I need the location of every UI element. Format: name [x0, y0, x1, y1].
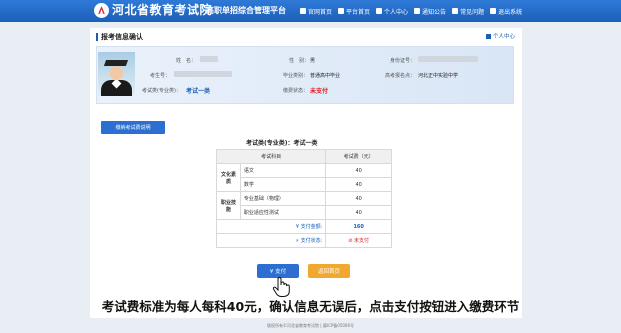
fee-table-title: 考试类(专业类)：考试一类 — [246, 140, 318, 147]
fee-cell: 40 — [325, 177, 392, 192]
fee-cell: 40 — [325, 191, 392, 206]
nav-official-home[interactable]: 官网首页 — [300, 7, 332, 16]
grad-value: 普通高中毕业 — [310, 73, 341, 79]
top-bar: 河北省教育考试院 高职单招综合管理平台 官网首页 平台首页 个人中心 通知公告 … — [0, 0, 621, 22]
my-center-label: 个人中心 — [493, 34, 516, 40]
school-value: 河北正中实验中学 — [418, 73, 459, 79]
status-value: ⊘ 未支付 — [325, 233, 392, 248]
group-vocational: 职业技能 — [216, 191, 241, 220]
category-value: 考试一类 — [186, 88, 211, 95]
nav-label: 个人中心 — [384, 8, 409, 16]
site-subtitle: 高职单招综合管理平台 — [206, 6, 286, 15]
id-label: 身份证号： — [390, 58, 416, 64]
status-label: ⚡ 支付状态: — [215, 233, 327, 248]
subject-cell: 语文 — [239, 163, 327, 178]
col-header-fee: 考试费（元） — [325, 149, 392, 164]
nav-personal-center[interactable]: 个人中心 — [376, 7, 408, 16]
pointer-hand-icon — [272, 276, 290, 297]
category-label: 考试类(专业类)： — [142, 88, 181, 94]
subject-cell: 数学 — [239, 177, 327, 192]
logout-icon — [490, 8, 497, 14]
table-row: ⚡ 支付状态: ⊘ 未支付 — [215, 233, 392, 248]
exam-fee-notes-button[interactable]: 缴纳考试费说明 — [101, 121, 165, 134]
school-label: 高考报名点： — [385, 73, 416, 79]
table-row: ¥ 支付金额: 160 — [215, 219, 392, 234]
my-center-link[interactable]: 个人中心 — [486, 32, 515, 40]
site-title: 河北省教育考试院 — [112, 3, 213, 17]
group-cultural: 文化素质 — [216, 163, 241, 192]
fee-cell: 40 — [325, 205, 392, 220]
nav-faq[interactable]: 常见问题 — [452, 7, 484, 16]
fee-cell: 40 — [325, 163, 392, 178]
question-icon — [452, 8, 459, 14]
col-header-subject: 考试科目 — [215, 149, 327, 164]
back-home-button[interactable]: 返回首页 — [308, 264, 350, 278]
nav-label: 通知公告 — [422, 8, 447, 16]
footer-copyright: 版权所有©河北省教育考试院 | 冀ICP备05006号 — [267, 323, 354, 328]
nav-logout[interactable]: 退出系统 — [490, 7, 522, 16]
nav-label: 常见问题 — [460, 8, 485, 16]
video-subtitle: 考试费标准为每人每科40元，确认信息无误后，点击支付按钮进入缴费环节 — [101, 299, 520, 314]
payment-status-label: 缴费状态： — [283, 88, 309, 94]
fee-table: 考试科目 考试费（元） 文化素质 语文 40 数学 40 职业技能 专业基础（物… — [215, 149, 392, 248]
gender-label: 性 别： — [289, 58, 310, 64]
nav-label: 退出系统 — [498, 8, 523, 16]
grad-label: 毕业类别： — [283, 73, 309, 79]
name-value-redacted — [200, 56, 218, 62]
table-row: 职业技能 专业基础（物理） 40 — [216, 191, 392, 220]
total-value: 160 — [325, 219, 392, 234]
user-icon — [376, 8, 383, 14]
id-value-redacted — [418, 56, 478, 62]
payment-status-value: 未支付 — [310, 88, 329, 95]
table-row: 职业适应性测试 40 — [217, 205, 392, 220]
name-label: 姓 名： — [176, 58, 197, 64]
logo-icon — [94, 3, 109, 18]
home-icon — [300, 8, 306, 14]
nav-notices[interactable]: 通知公告 — [414, 7, 446, 16]
page-title: 报考信息确认 — [96, 33, 143, 41]
table-row: 数学 40 — [217, 177, 392, 192]
top-nav: 官网首页 平台首页 个人中心 通知公告 常见问题 退出系统 — [300, 0, 522, 22]
table-row: 文化素质 语文 40 — [216, 163, 392, 192]
subject-cell: 专业基础（物理） — [239, 191, 327, 206]
home-icon — [338, 8, 345, 14]
total-label: ¥ 支付金额: — [215, 219, 327, 234]
user-icon — [486, 33, 491, 39]
avatar — [98, 52, 135, 96]
nav-label: 平台首页 — [346, 8, 371, 16]
gender-value: 男 — [310, 58, 316, 64]
exam-no-value-redacted — [174, 71, 232, 77]
notice-icon — [414, 8, 421, 14]
exam-no-label: 考生号： — [150, 73, 171, 79]
subject-cell: 职业适应性测试 — [239, 205, 327, 220]
nav-label: 官网首页 — [308, 8, 333, 16]
nav-platform-home[interactable]: 平台首页 — [338, 7, 370, 16]
